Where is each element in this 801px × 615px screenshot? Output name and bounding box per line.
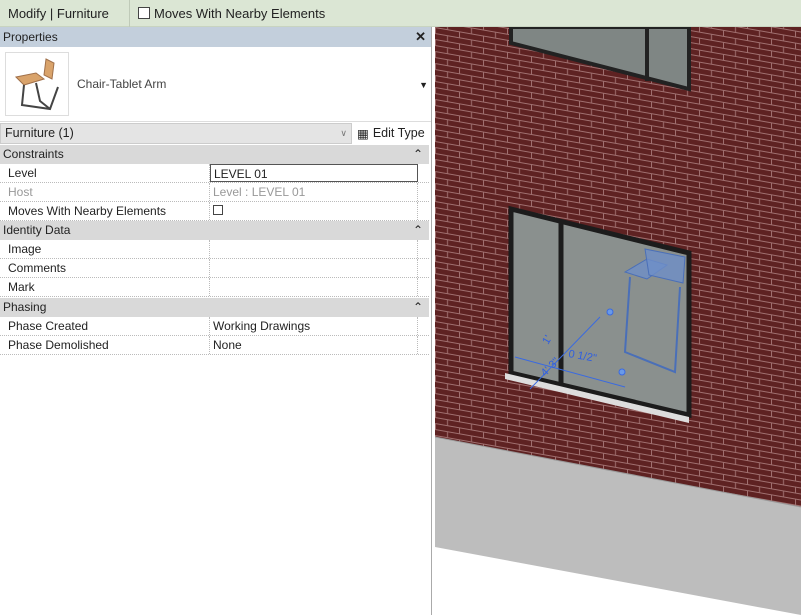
edit-type-icon: ▦ <box>357 126 369 141</box>
phase-demolished-field[interactable]: None <box>210 336 418 354</box>
prop-row-image: Image <box>0 240 429 259</box>
prop-label: Phase Created <box>0 317 210 335</box>
dropdown-arrow-icon[interactable]: ▼ <box>419 80 428 90</box>
prop-row-mark: Mark <box>0 278 429 297</box>
prop-row-comments: Comments <box>0 259 429 278</box>
phase-created-field[interactable]: Working Drawings <box>210 317 418 335</box>
collapse-icon[interactable]: ⌃ <box>413 298 423 317</box>
prop-label: Mark <box>0 278 210 296</box>
prop-label: Image <box>0 240 210 258</box>
chevron-down-icon: ∨ <box>340 127 347 138</box>
type-selector[interactable]: Chair-Tablet Arm ▼ <box>0 47 431 122</box>
image-field[interactable] <box>210 240 418 258</box>
group-phasing[interactable]: Phasing ⌃ <box>0 298 429 317</box>
close-icon[interactable]: ✕ <box>415 29 426 45</box>
prop-label: Comments <box>0 259 210 277</box>
instance-filter-select[interactable]: Furniture (1) ∨ <box>0 122 352 144</box>
level-field[interactable]: LEVEL 01 <box>210 164 418 182</box>
group-label: Constraints <box>3 147 64 161</box>
prop-label: Host <box>0 183 210 201</box>
checkbox[interactable] <box>138 7 150 19</box>
prop-label: Phase Demolished <box>0 336 210 354</box>
checkbox-label: Moves With Nearby Elements <box>154 5 326 21</box>
chair-thumbnail <box>5 52 69 116</box>
group-constraints[interactable]: Constraints ⌃ <box>0 145 429 164</box>
group-label: Phasing <box>3 300 47 314</box>
edit-type-label: Edit Type <box>372 126 425 140</box>
group-identity-data[interactable]: Identity Data ⌃ <box>0 221 429 240</box>
prop-label: Moves With Nearby Elements <box>0 202 210 220</box>
panel-title-bar: Properties ✕ <box>0 27 431 47</box>
3d-viewport[interactable]: 1' 4' 3" 0 1/2" <box>435 27 801 615</box>
checkbox[interactable] <box>213 205 223 215</box>
options-bar: Modify | Furniture Moves With Nearby Ele… <box>0 0 801 27</box>
collapse-icon[interactable]: ⌃ <box>413 145 423 164</box>
prop-row-phase-demolished: Phase Demolished None <box>0 336 429 355</box>
moves-checkbox-cell[interactable] <box>210 202 418 220</box>
host-value: Level : LEVEL 01 <box>210 183 418 201</box>
prop-label: Level <box>0 164 210 182</box>
collapse-icon[interactable]: ⌃ <box>413 221 423 240</box>
properties-panel: Properties ✕ Chair-Tablet Arm ▼ Furniture… <box>0 27 432 615</box>
panel-title: Properties <box>3 30 58 44</box>
prop-row-moves: Moves With Nearby Elements <box>0 202 429 221</box>
context-label: Modify | Furniture <box>0 0 130 27</box>
filter-value: Furniture (1) <box>5 126 74 140</box>
edit-type-button[interactable]: ▦ Edit Type <box>352 126 425 141</box>
comments-field[interactable] <box>210 259 418 277</box>
prop-row-level: Level LEVEL 01 <box>0 164 429 183</box>
prop-row-host: Host Level : LEVEL 01 <box>0 183 429 202</box>
group-label: Identity Data <box>3 223 71 237</box>
type-name: Chair-Tablet Arm <box>77 77 167 91</box>
moves-with-nearby-toggle[interactable]: Moves With Nearby Elements <box>138 6 325 21</box>
mark-field[interactable] <box>210 278 418 296</box>
prop-row-phase-created: Phase Created Working Drawings <box>0 317 429 336</box>
